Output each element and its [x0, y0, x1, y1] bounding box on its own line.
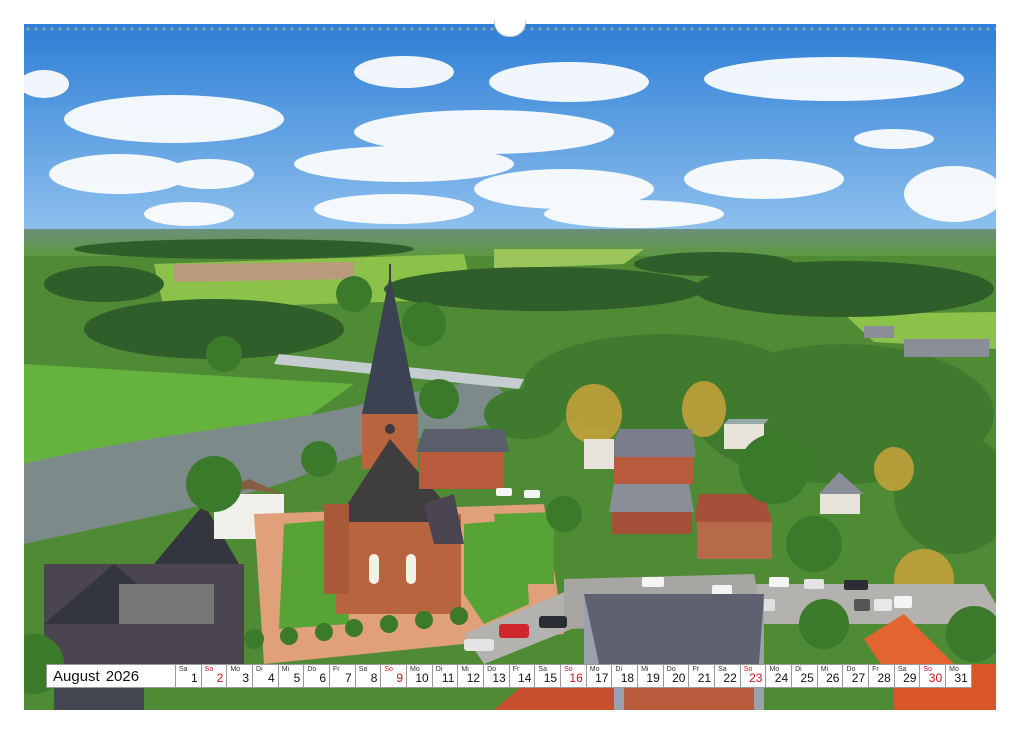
days-row: Sa 1 So 2 Mo 3 Di 4 Mi 5 Do 6 Fr 7 Sa 8 So 9 Mo 10 Di 11 Mi 12 D… — [176, 664, 972, 688]
day-number: 30 — [928, 671, 943, 685]
day-cell: Mo 3 — [227, 664, 254, 688]
calendar-photo — [24, 24, 996, 710]
day-cell: So 23 — [740, 664, 767, 688]
day-cell: So 2 — [201, 664, 228, 688]
day-cell: Sa 1 — [176, 664, 202, 688]
day-number: 5 — [293, 671, 301, 685]
day-cell: Mi 5 — [278, 664, 305, 688]
day-number: 12 — [466, 671, 481, 685]
calendar-grid: August 2026 Sa 1 So 2 Mo 3 Di 4 Mi 5 Do 6 Fr 7 Sa 8 So 9 M… — [46, 664, 972, 688]
day-cell: Mo 17 — [586, 664, 613, 688]
aerial-town-photo — [24, 24, 996, 710]
day-cell: Sa 8 — [355, 664, 382, 688]
day-number: 7 — [345, 671, 352, 685]
day-cell: Do 27 — [843, 664, 870, 688]
day-number: 15 — [543, 671, 558, 685]
weekday-label: Di — [256, 666, 263, 673]
weekday-label: Do — [307, 666, 317, 673]
weekday-label: Mo — [230, 666, 241, 673]
day-cell: Fr 14 — [509, 664, 536, 688]
day-number: 16 — [569, 671, 583, 685]
day-number: 23 — [749, 671, 763, 685]
weekday-label: So — [204, 666, 214, 673]
day-number: 21 — [697, 671, 712, 685]
day-cell: Mo 10 — [407, 664, 433, 688]
day-cell: Sa 29 — [894, 664, 921, 688]
day-number: 26 — [826, 671, 840, 685]
day-number: 1 — [190, 671, 198, 685]
weekday-label: Fr — [333, 666, 340, 673]
day-cell: Sa 22 — [715, 664, 741, 688]
day-number: 14 — [518, 671, 532, 685]
day-cell: Mo 31 — [946, 664, 972, 688]
day-number: 6 — [319, 671, 327, 685]
day-number: 18 — [620, 671, 635, 685]
day-number: 13 — [492, 671, 506, 685]
weekday-label: Sa — [179, 666, 188, 673]
day-cell: Fr 28 — [869, 664, 895, 688]
day-number: 3 — [242, 671, 250, 685]
day-cell: Mi 19 — [638, 664, 664, 688]
day-cell: Di 4 — [253, 664, 279, 688]
day-number: 31 — [954, 671, 968, 685]
day-cell: So 16 — [561, 664, 587, 688]
day-cell: Do 6 — [304, 664, 331, 688]
day-number: 25 — [800, 671, 814, 685]
day-cell: Di 25 — [792, 664, 818, 688]
day-cell: Mi 26 — [817, 664, 844, 688]
day-number: 2 — [216, 671, 224, 685]
day-cell: Di 11 — [432, 664, 459, 688]
month-name: August — [53, 667, 100, 685]
day-cell: So 30 — [920, 664, 947, 688]
day-number: 22 — [723, 671, 737, 685]
weekday-label: So — [384, 666, 393, 673]
weekday-label: Sa — [358, 666, 368, 673]
day-cell: Do 13 — [484, 664, 510, 688]
day-number: 8 — [370, 671, 378, 685]
day-number: 4 — [268, 671, 275, 685]
day-number: 9 — [396, 671, 404, 685]
hanger-cutout — [494, 20, 526, 37]
day-cell: Di 18 — [612, 664, 639, 688]
day-cell: Sa 15 — [535, 664, 562, 688]
day-cell: Do 20 — [663, 664, 690, 688]
day-number: 29 — [903, 671, 917, 685]
day-number: 20 — [672, 671, 686, 685]
day-cell: Mi 12 — [458, 664, 485, 688]
day-number: 27 — [851, 671, 866, 685]
day-cell: Fr 7 — [330, 664, 356, 688]
day-number: 11 — [441, 671, 455, 685]
day-number: 28 — [877, 671, 891, 685]
day-cell: So 9 — [381, 664, 408, 688]
day-number: 19 — [646, 671, 660, 685]
calendar-binding — [24, 20, 996, 37]
day-cell: Fr 21 — [689, 664, 716, 688]
weekday-label: Mi — [281, 666, 290, 673]
month-label: August 2026 — [46, 664, 176, 688]
year: 2026 — [105, 667, 140, 685]
day-number: 24 — [774, 671, 789, 685]
day-number: 10 — [415, 671, 429, 685]
day-cell: Mo 24 — [766, 664, 793, 688]
day-number: 17 — [595, 671, 609, 685]
